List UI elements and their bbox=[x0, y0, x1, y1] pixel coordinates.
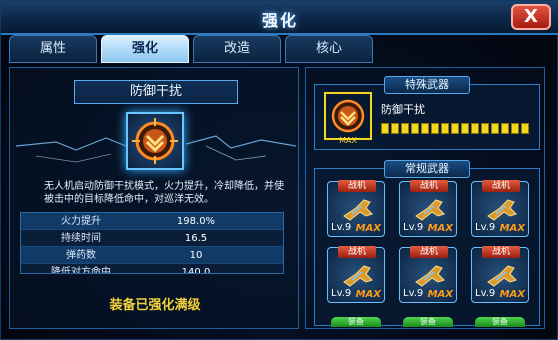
level-segment bbox=[431, 123, 439, 134]
level-segment bbox=[481, 123, 489, 134]
weapon-level: Lv.9 bbox=[331, 288, 352, 299]
level-segment bbox=[411, 123, 419, 134]
fighter-jet-icon bbox=[343, 265, 373, 287]
fighter-jet-icon bbox=[415, 199, 445, 221]
weapon-max-badge: MAX bbox=[499, 289, 525, 300]
level-segment bbox=[441, 123, 449, 134]
weapon-type-badge: 战机 bbox=[482, 246, 520, 258]
weapon-type-badge: 战机 bbox=[410, 180, 448, 192]
item-icon-frame bbox=[126, 112, 184, 170]
enhance-window: 强化 X 属性 强化 改造 核心 防御干扰 无人机启动防御干扰模式，火力提升，冷… bbox=[0, 0, 558, 340]
shield-chevron-icon: MAX bbox=[324, 92, 372, 145]
weapon-level: Lv.9 bbox=[475, 288, 496, 299]
equip-button[interactable]: 装备 bbox=[475, 317, 525, 327]
stat-row: 持续时间 16.5 bbox=[21, 230, 283, 247]
fighter-jet-icon bbox=[343, 199, 373, 221]
equip-button[interactable]: 装备 bbox=[403, 317, 453, 327]
weapon-card[interactable]: 战机 Lv.9 MAX bbox=[399, 246, 457, 303]
level-segment bbox=[421, 123, 429, 134]
normal-weapons-title: 常规武器 bbox=[384, 160, 470, 178]
weapon-card[interactable]: 战机 Lv.9 MAX bbox=[327, 180, 385, 237]
item-detail-panel: 防御干扰 无人机启动防御干扰模式，火力提升，冷却降低，并使被击中的目标降低命中，… bbox=[9, 67, 299, 329]
level-segment bbox=[491, 123, 499, 134]
window-title: 强化 bbox=[261, 11, 298, 30]
level-segment bbox=[501, 123, 509, 134]
stat-row: 弹药数 10 bbox=[21, 247, 283, 264]
special-max-badge: MAX bbox=[339, 136, 357, 145]
level-segment bbox=[381, 123, 389, 134]
weapon-type-badge: 战机 bbox=[482, 180, 520, 192]
stats-table[interactable]: 火力提升 198.0% 持续时间 16.5 弹药数 10 降低对方命中 140.… bbox=[20, 212, 284, 274]
level-segment bbox=[471, 123, 479, 134]
level-segment bbox=[461, 123, 469, 134]
close-button[interactable]: X bbox=[511, 4, 551, 30]
normal-weapons-box: 战机 Lv.9 MAX 战机 Lv.9 MAX 战机 Lv.9 MAX 战机 Lv.9 MAX 装备 战机… bbox=[314, 168, 540, 327]
level-segment bbox=[391, 123, 399, 134]
weapon-max-badge: MAX bbox=[355, 289, 381, 300]
weapon-card[interactable]: 战机 Lv.9 MAX bbox=[471, 246, 529, 303]
fighter-jet-icon bbox=[487, 199, 517, 221]
shield-chevron-icon bbox=[132, 118, 178, 164]
tab-modify[interactable]: 改造 bbox=[193, 35, 281, 63]
weapon-max-badge: MAX bbox=[427, 289, 453, 300]
weapons-panel: MAX 防御干扰 特殊武器 战机 Lv.9 MAX 战机 Lv.9 MAX 战机 Lv.9 MA… bbox=[305, 67, 545, 329]
stat-value: 10 bbox=[189, 250, 203, 261]
fighter-jet-icon bbox=[487, 265, 517, 287]
tab-attributes[interactable]: 属性 bbox=[9, 35, 97, 63]
weapon-card[interactable]: 战机 Lv.9 MAX bbox=[399, 180, 457, 237]
fighter-jet-icon bbox=[415, 265, 445, 287]
maxed-status: 装备已强化满级 bbox=[109, 298, 201, 313]
weapon-max-badge: MAX bbox=[427, 223, 453, 234]
weapon-type-badge: 战机 bbox=[410, 246, 448, 258]
weapon-level: Lv.9 bbox=[403, 222, 424, 233]
stat-key: 降低对方命中 bbox=[51, 267, 111, 274]
item-name: 防御干扰 bbox=[74, 80, 238, 104]
stat-key: 火力提升 bbox=[61, 216, 101, 227]
stat-value: 198.0% bbox=[176, 216, 216, 227]
weapon-max-badge: MAX bbox=[499, 223, 525, 234]
tab-core[interactable]: 核心 bbox=[285, 35, 373, 63]
title-bar: 强化 X bbox=[1, 1, 558, 35]
special-level-bar bbox=[381, 123, 531, 134]
stat-key: 弹药数 bbox=[66, 250, 96, 261]
level-segment bbox=[401, 123, 409, 134]
stat-value: 16.5 bbox=[184, 233, 208, 244]
stat-key: 持续时间 bbox=[61, 233, 101, 244]
weapon-card[interactable]: 战机 Lv.9 MAX bbox=[471, 180, 529, 237]
weapon-card[interactable]: 战机 Lv.9 MAX bbox=[327, 246, 385, 303]
weapon-level: Lv.9 bbox=[331, 222, 352, 233]
special-weapon-name: 防御干扰 bbox=[381, 103, 425, 116]
weapon-type-badge: 战机 bbox=[338, 246, 376, 258]
level-segment bbox=[521, 123, 529, 134]
level-segment bbox=[451, 123, 459, 134]
tab-enhance[interactable]: 强化 bbox=[101, 35, 189, 63]
weapon-type-badge: 战机 bbox=[338, 180, 376, 192]
weapon-level: Lv.9 bbox=[403, 288, 424, 299]
item-description: 无人机启动防御干扰模式，火力提升，冷却降低，并使被击中的目标降低命中，对巡洋无效… bbox=[44, 181, 284, 205]
weapon-max-badge: MAX bbox=[355, 223, 381, 234]
level-segment bbox=[511, 123, 519, 134]
weapon-level: Lv.9 bbox=[475, 222, 496, 233]
equip-button[interactable]: 装备 bbox=[331, 317, 381, 327]
stat-row: 降低对方命中 140.0 bbox=[21, 264, 283, 274]
stat-value: 140.0 bbox=[181, 267, 211, 274]
stat-row: 火力提升 198.0% bbox=[21, 213, 283, 230]
special-weapon-title: 特殊武器 bbox=[384, 76, 470, 94]
